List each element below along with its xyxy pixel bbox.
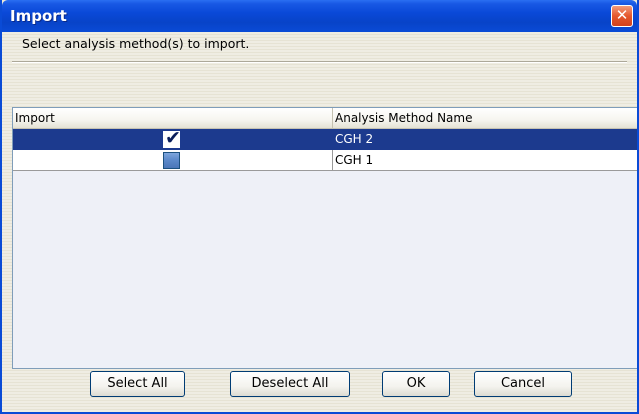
close-button[interactable]: ✕ bbox=[611, 5, 633, 27]
import-dialog: Import ✕ Select analysis method(s) to im… bbox=[0, 0, 639, 414]
table-row[interactable]: CGH 1 bbox=[13, 150, 637, 171]
table-header: Import Analysis Method Name bbox=[13, 108, 637, 129]
close-icon: ✕ bbox=[615, 6, 629, 24]
import-checkbox[interactable]: ✔ bbox=[163, 127, 181, 149]
import-checkbox[interactable] bbox=[163, 152, 180, 169]
table-row[interactable]: ✔ CGH 2 bbox=[13, 127, 637, 150]
divider bbox=[12, 61, 627, 63]
ok-button[interactable]: OK bbox=[382, 371, 450, 397]
window-title: Import bbox=[10, 7, 67, 25]
method-name-cell: CGH 2 bbox=[333, 129, 637, 150]
import-cell bbox=[13, 150, 333, 171]
deselect-all-button[interactable]: Deselect All bbox=[230, 371, 350, 397]
instruction-text: Select analysis method(s) to import. bbox=[22, 36, 250, 51]
column-header-import[interactable]: Import bbox=[13, 108, 333, 129]
checkmark-icon: ✔ bbox=[165, 127, 181, 149]
select-all-button[interactable]: Select All bbox=[90, 371, 185, 397]
table-empty-area bbox=[13, 171, 637, 368]
column-header-analysis-method-name[interactable]: Analysis Method Name bbox=[333, 108, 637, 129]
import-cell: ✔ bbox=[13, 127, 333, 150]
cancel-button[interactable]: Cancel bbox=[474, 371, 572, 397]
titlebar: Import ✕ bbox=[2, 0, 637, 32]
methods-table: Import Analysis Method Name ✔ CGH 2 CGH … bbox=[12, 107, 637, 369]
method-name-cell: CGH 1 bbox=[333, 150, 637, 171]
